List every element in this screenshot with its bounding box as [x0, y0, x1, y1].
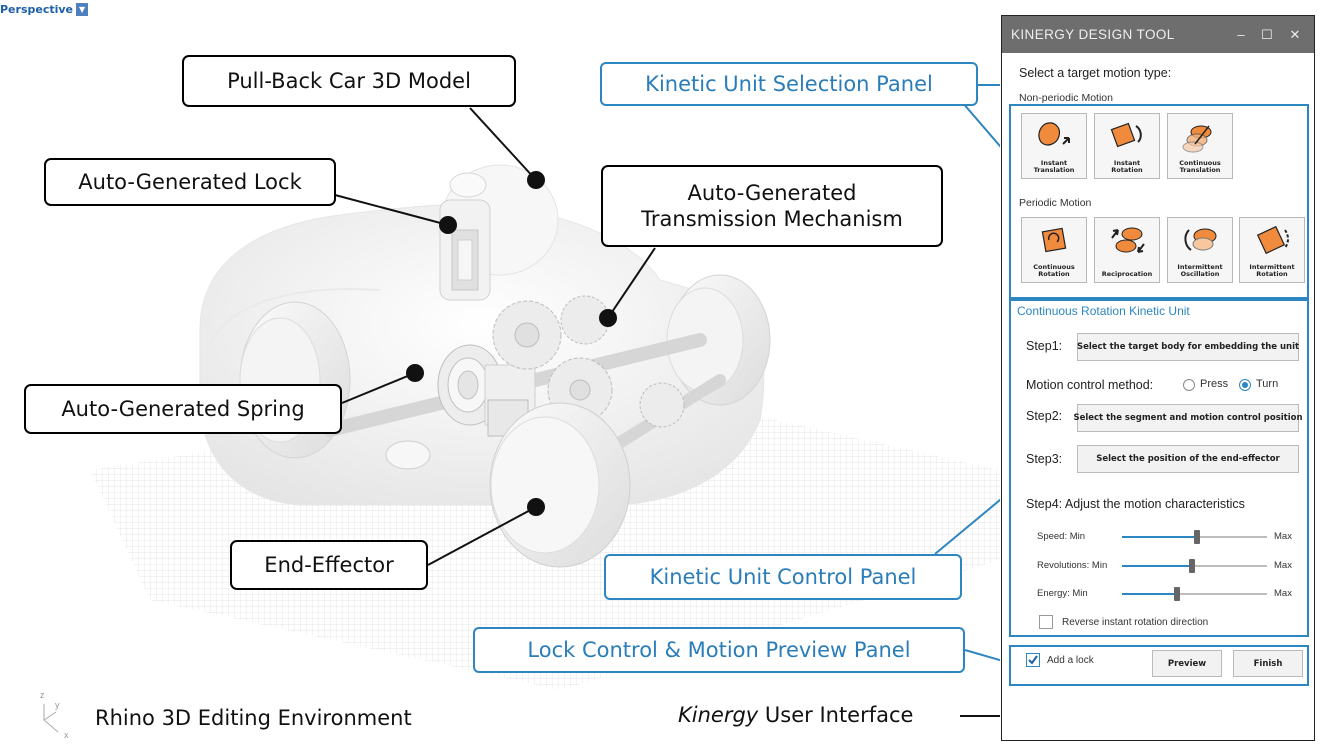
energy-slider-thumb[interactable] [1174, 587, 1181, 601]
speed-slider[interactable] [1122, 530, 1267, 544]
slider-revolutions-max: Max [1274, 560, 1292, 571]
revolutions-slider-thumb[interactable] [1188, 559, 1195, 573]
slider-energy-label: Energy: Min [1037, 588, 1088, 599]
continuous-rotation-icon [1041, 227, 1067, 253]
kinergy-italic: Kinergy [678, 703, 759, 727]
revolutions-slider-fill [1122, 565, 1192, 567]
callout-selection-panel: Kinetic Unit Selection Panel [600, 62, 978, 106]
reciprocation-icon [1111, 227, 1145, 253]
axis-label-z: z [40, 690, 45, 700]
energy-slider-fill [1122, 593, 1178, 595]
callout-lock-text: Auto-Generated Lock [78, 169, 302, 194]
radio-turn[interactable] [1239, 379, 1251, 391]
step2-label: Step2: [1026, 409, 1063, 423]
callout-car-model: Pull-Back Car 3D Model [182, 55, 516, 107]
viewport-tab-label: Perspective [0, 2, 74, 16]
callout-spring: Auto-Generated Spring [24, 384, 342, 434]
callout-control-panel-text: Kinetic Unit Control Panel [649, 565, 917, 589]
axis-label-y: y [55, 700, 60, 710]
intermittent-oscillation-icon [1184, 228, 1217, 251]
chevron-down-icon[interactable]: ▼ [76, 2, 89, 16]
callout-end-effector: End-Effector [230, 540, 428, 590]
kinergy-tool-window: KINERGY DESIGN TOOL – ☐ ✕ Select a targe… [1001, 15, 1315, 741]
tile-continuous-rotation[interactable]: Continuous Rotation [1021, 217, 1087, 283]
wheel-front-left [489, 402, 631, 568]
select-target-body-button[interactable]: Select the target body for embedding the… [1077, 333, 1299, 361]
radio-press[interactable] [1183, 379, 1195, 391]
tile-label: Translation [1033, 165, 1075, 174]
callout-lock-preview-panel-text: Lock Control & Motion Preview Panel [527, 638, 911, 662]
tile-label: Rotation [1038, 269, 1070, 278]
close-icon[interactable]: ✕ [1282, 16, 1308, 53]
slider-energy-max: Max [1274, 588, 1292, 599]
callout-lock: Auto-Generated Lock [44, 158, 336, 206]
callout-control-panel: Kinetic Unit Control Panel [604, 554, 962, 600]
tile-instant-rotation[interactable]: Instant Rotation [1094, 113, 1160, 179]
instant-translation-icon [1038, 122, 1070, 146]
tile-label: Oscillation [1180, 269, 1220, 278]
callout-car-model-text: Pull-Back Car 3D Model [227, 68, 471, 93]
callout-transmission-line2: Transmission Mechanism [641, 207, 903, 231]
slider-speed-max: Max [1274, 531, 1292, 542]
revolutions-slider[interactable] [1122, 559, 1267, 573]
instant-rotation-icon [1110, 122, 1142, 148]
radio-turn-label: Turn [1256, 378, 1279, 390]
tile-label: Rotation [1111, 165, 1143, 174]
motion-control-label: Motion control method: [1026, 378, 1154, 392]
slider-speed-label: Speed: Min [1037, 531, 1086, 542]
select-prompt: Select a target motion type: [1019, 66, 1172, 80]
continuous-translation-icon [1182, 125, 1212, 153]
radio-press-label: Press [1200, 378, 1229, 390]
energy-slider[interactable] [1122, 587, 1267, 601]
unit-title: Continuous Rotation Kinetic Unit [1017, 304, 1190, 318]
tile-reciprocation[interactable]: Reciprocation [1094, 217, 1160, 283]
add-lock-checkbox[interactable] [1026, 653, 1040, 667]
tile-label: Translation [1179, 165, 1221, 174]
minimize-icon[interactable]: – [1228, 16, 1254, 53]
preview-button[interactable]: Preview [1152, 650, 1222, 677]
slider-revolutions-label: Revolutions: Min [1037, 560, 1108, 571]
add-lock-label: Add a lock [1047, 655, 1094, 666]
rhino-environment-label: Rhino 3D Editing Environment [95, 706, 412, 730]
callout-spring-text: Auto-Generated Spring [61, 396, 305, 421]
step1-label: Step1: [1026, 339, 1063, 353]
checkmark-icon [1028, 655, 1038, 665]
kinergy-interface-label: Kinergy User Interface [678, 703, 913, 727]
callout-end-effector-text: End-Effector [264, 552, 394, 577]
step4-label: Step4: Adjust the motion characteristics [1026, 497, 1245, 511]
speed-slider-thumb[interactable] [1194, 530, 1201, 544]
tile-intermittent-rotation[interactable]: Intermittent Rotation [1239, 217, 1305, 283]
tile-label: Rotation [1256, 269, 1288, 278]
tile-label: Reciprocation [1101, 269, 1153, 278]
axis-label-x: x [64, 730, 69, 740]
select-segment-button[interactable]: Select the segment and motion control po… [1073, 404, 1303, 432]
step3-label: Step3: [1026, 452, 1063, 466]
reverse-direction-checkbox[interactable] [1039, 615, 1053, 629]
tile-instant-translation[interactable]: Instant Translation [1021, 113, 1087, 179]
non-periodic-label: Non-periodic Motion [1019, 92, 1113, 104]
select-end-effector-button[interactable]: Select the position of the end-effector [1077, 445, 1299, 473]
interface-label-rest: User Interface [758, 703, 914, 727]
callout-selection-panel-text: Kinetic Unit Selection Panel [645, 72, 933, 96]
tool-title: KINERGY DESIGN TOOL [1011, 27, 1175, 42]
callout-transmission: Auto-Generated Transmission Mechanism [601, 165, 943, 247]
tile-continuous-translation[interactable]: Continuous Translation [1167, 113, 1233, 179]
callout-lock-preview-panel: Lock Control & Motion Preview Panel [473, 627, 965, 673]
periodic-label: Periodic Motion [1019, 197, 1092, 209]
reverse-direction-label: Reverse instant rotation direction [1062, 617, 1209, 628]
finish-button[interactable]: Finish [1233, 650, 1303, 677]
speed-slider-fill [1122, 536, 1198, 538]
tile-intermittent-oscillation[interactable]: Intermittent Oscillation [1167, 217, 1233, 283]
tool-titlebar[interactable]: KINERGY DESIGN TOOL – ☐ ✕ [1002, 16, 1314, 53]
callout-transmission-line1: Auto-Generated [687, 180, 857, 205]
lock-model [439, 172, 491, 301]
intermittent-rotation-icon [1256, 225, 1289, 255]
viewport-tab[interactable]: Perspective ▼ [0, 0, 89, 18]
maximize-icon[interactable]: ☐ [1254, 16, 1280, 53]
